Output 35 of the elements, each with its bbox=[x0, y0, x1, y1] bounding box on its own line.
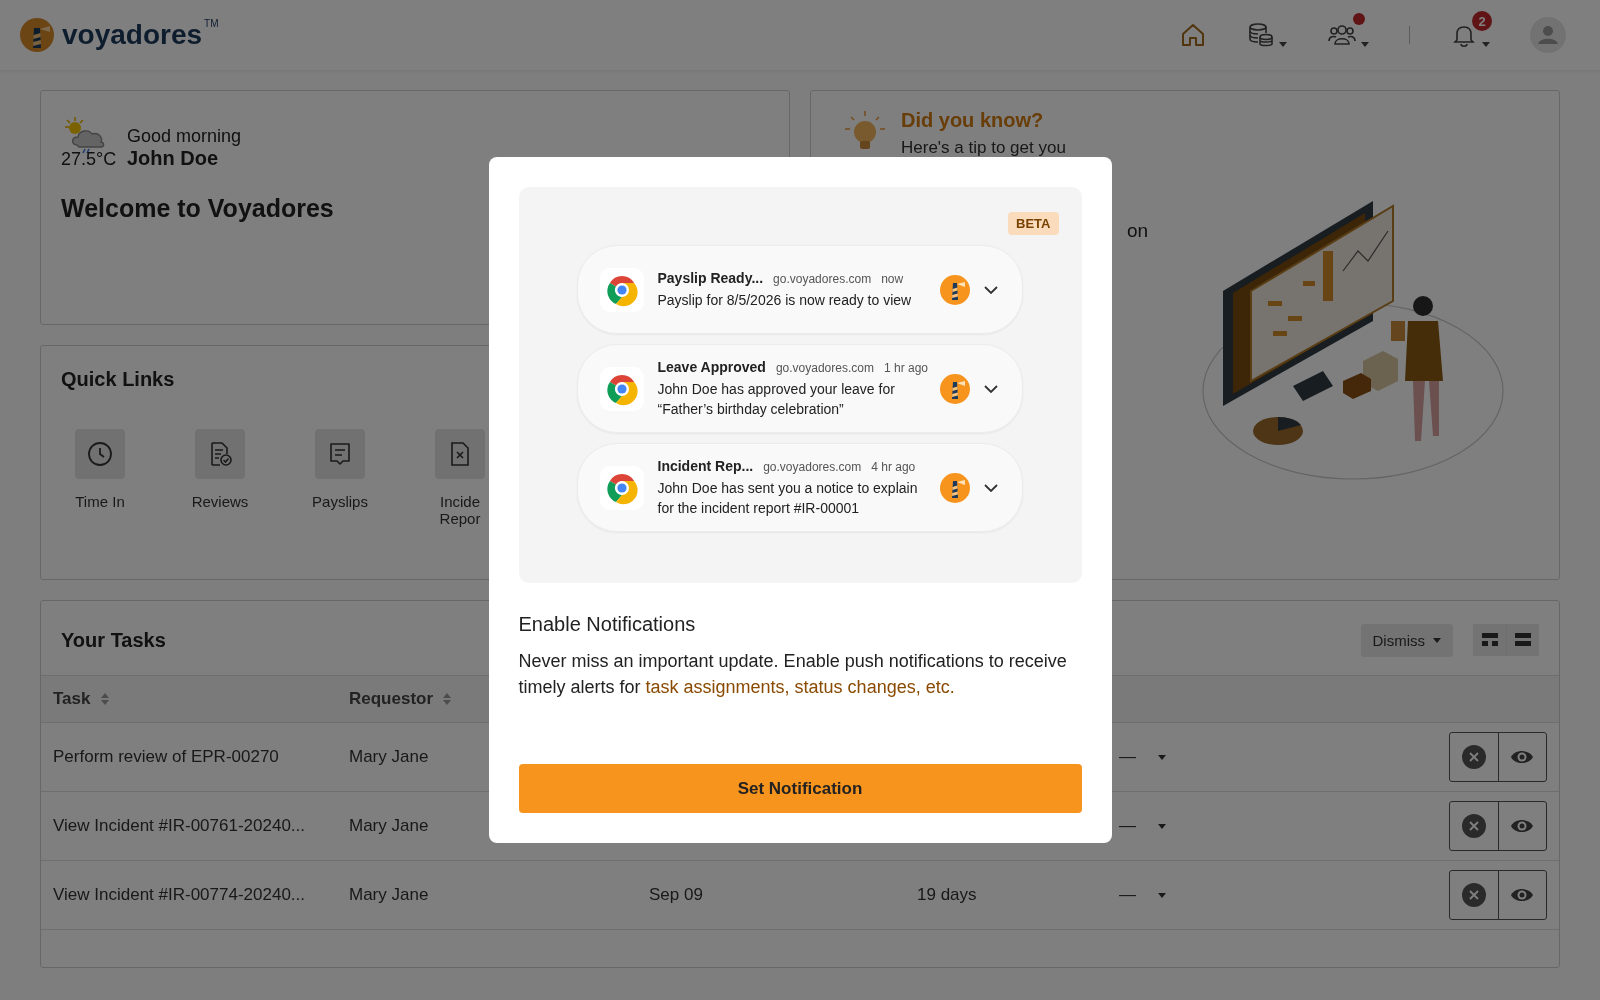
notification-source: go.voyadores.com bbox=[763, 459, 862, 474]
table-cell-text: Perform review of EPR-00270 bbox=[53, 747, 280, 767]
table-cell-text: Mary Jane bbox=[349, 885, 430, 905]
dialog-text: Never miss an important update. Enable push notifications to receive timely alerts for task assignments, status changes, etc. bbox=[518, 650, 1068, 699]
trademark: TM bbox=[204, 18, 219, 29]
table-cell: Sep 09 bbox=[649, 885, 703, 904]
card-title: Your Tasks bbox=[61, 628, 166, 652]
welcome-title: Welcome to Voyadores bbox=[61, 194, 335, 223]
tip-text: Here's a tip to get you bbox=[901, 138, 1067, 158]
table-cell-text: View Incident #IR-00774-20240... bbox=[53, 885, 307, 905]
notification-text: John Doe has sent you a notice to explain for the incident report #IR-00001 bbox=[657, 478, 919, 518]
card-title: Quick Links bbox=[61, 368, 175, 391]
logo-text: voyadores bbox=[62, 19, 203, 51]
notification-title: Leave Approved bbox=[657, 358, 766, 375]
table-cell: 19 days bbox=[917, 885, 977, 904]
notification-time: 4 hr ago bbox=[871, 459, 916, 474]
table-cell-text: Mary Jane bbox=[349, 816, 430, 836]
notification-text: Payslip for 8/5/2026 is now ready to view bbox=[657, 290, 913, 310]
notification-title: Payslip Ready... bbox=[657, 269, 764, 286]
tip-text: on bbox=[1127, 220, 1149, 242]
dialog-heading: Enable Notifications bbox=[518, 613, 697, 636]
notification-count-badge: 2 bbox=[1472, 11, 1492, 31]
table-cell-text: View Incident #IR-00761-20240... bbox=[53, 816, 307, 836]
notification-time: now bbox=[881, 271, 904, 286]
table-cell-text: Mary Jane bbox=[349, 747, 430, 767]
notification-source: go.voyadores.com bbox=[775, 360, 874, 375]
temperature: 27.5°C bbox=[61, 149, 117, 170]
beta-badge: BETA bbox=[1008, 212, 1059, 235]
notification-text: John Doe has approved your leave for “Father’s birthday celebration” bbox=[657, 379, 896, 419]
user-name: John Doe bbox=[127, 147, 220, 170]
tip-title: Did you know? bbox=[901, 109, 1045, 132]
greeting: Good morning bbox=[127, 126, 242, 147]
notification-title: Incident Rep... bbox=[657, 457, 754, 474]
notification-time: 1 hr ago bbox=[883, 360, 928, 375]
notification-source: go.voyadores.com bbox=[773, 271, 872, 286]
